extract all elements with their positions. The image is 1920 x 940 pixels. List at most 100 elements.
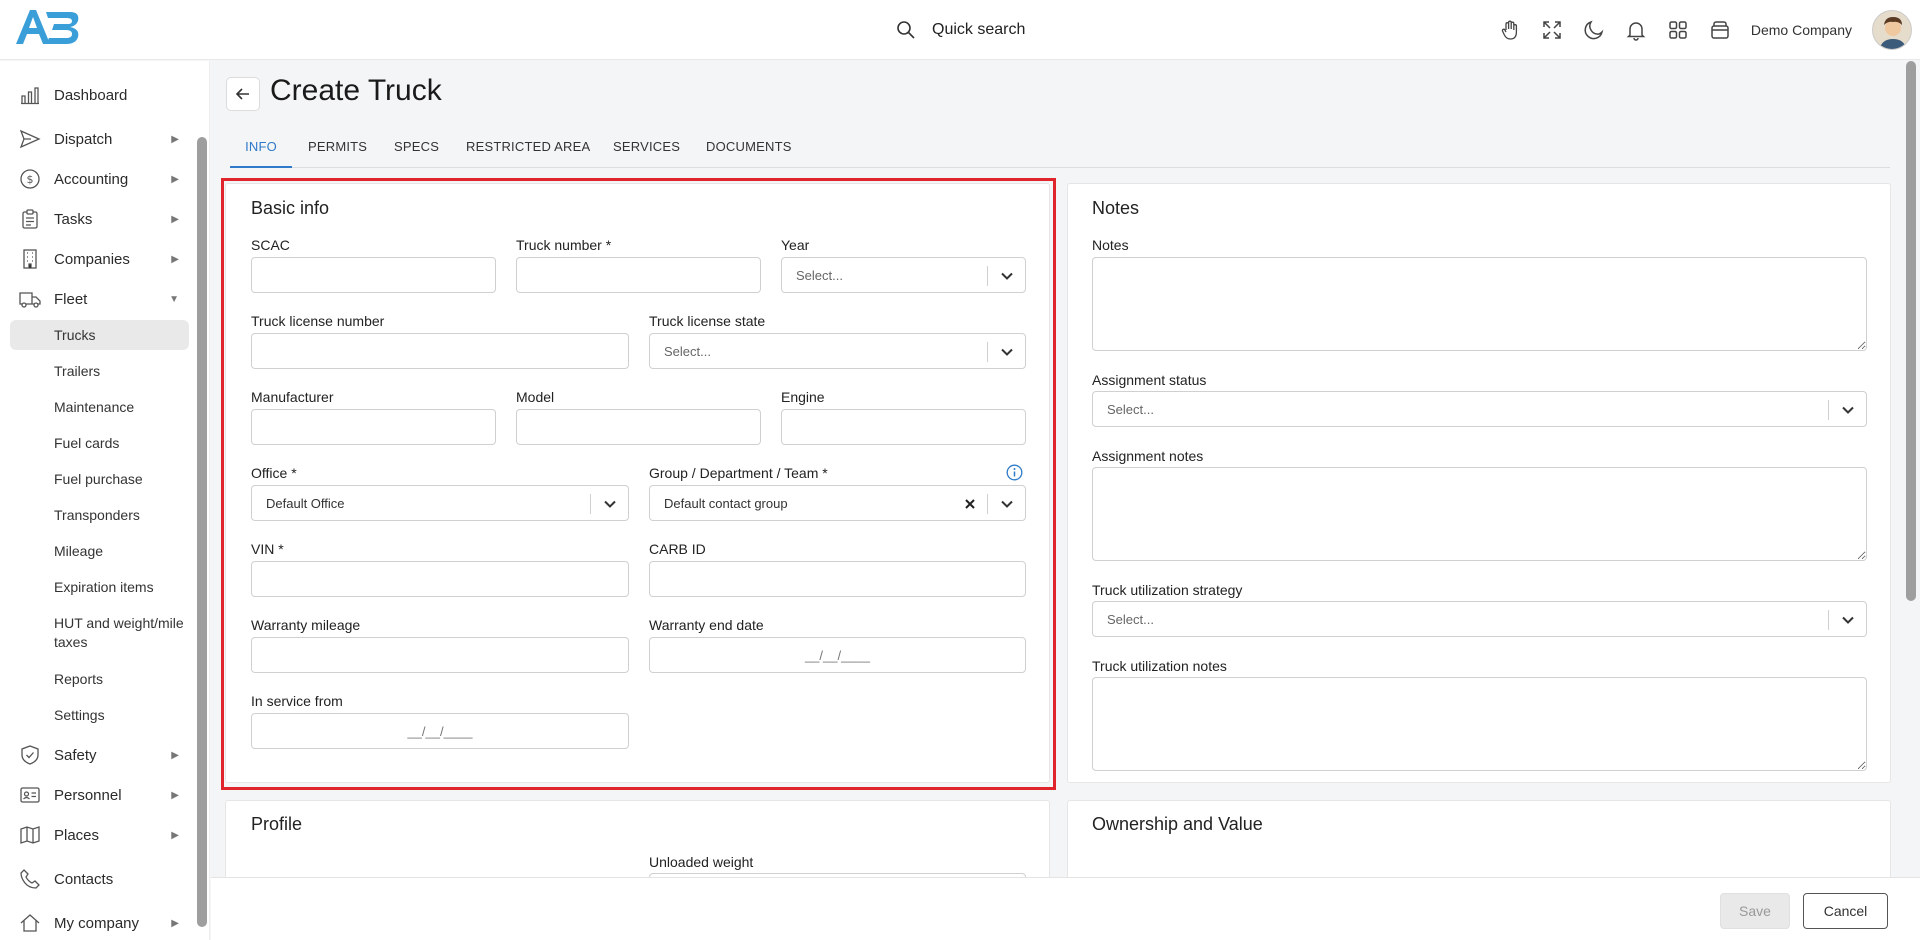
- phone-icon: [20, 869, 40, 889]
- assignment-notes-label: Assignment notes: [1092, 448, 1204, 464]
- sidebar-subitem-trailers[interactable]: Trailers: [10, 356, 189, 386]
- moon-icon[interactable]: [1583, 19, 1605, 41]
- sidebar-item-tasks[interactable]: Tasks ▶: [10, 203, 189, 235]
- truck-number-input[interactable]: [516, 257, 761, 293]
- sidebar-item-my-company[interactable]: My company ▶: [10, 907, 189, 939]
- scac-input[interactable]: [251, 257, 496, 293]
- utilization-notes-textarea[interactable]: [1092, 677, 1867, 771]
- tab-restricted-area[interactable]: RESTRICTED AREA: [466, 134, 590, 168]
- chevron-down-icon: [1842, 616, 1854, 624]
- company-name[interactable]: Demo Company: [1751, 22, 1852, 38]
- group-label: Group / Department / Team *: [649, 465, 828, 481]
- top-toolbar: Demo Company: [1499, 8, 1912, 52]
- carb-id-input[interactable]: [649, 561, 1026, 597]
- sidebar-subitem-trucks[interactable]: Trucks: [10, 320, 189, 350]
- sidebar-subitem-reports[interactable]: Reports: [10, 664, 189, 694]
- main-scrollbar[interactable]: [1906, 61, 1916, 601]
- clear-icon[interactable]: [963, 497, 977, 511]
- back-button[interactable]: [226, 77, 260, 111]
- warranty-end-label: Warranty end date: [649, 617, 764, 633]
- sidebar-subitem-expiration-items[interactable]: Expiration items: [10, 572, 189, 602]
- footer-bar: [211, 877, 1920, 940]
- sidebar-subitem-fuel-purchase[interactable]: Fuel purchase: [10, 464, 189, 494]
- select-divider: [1828, 610, 1829, 630]
- tab-services[interactable]: SERVICES: [613, 134, 680, 168]
- license-state-select[interactable]: Select...: [649, 333, 1026, 369]
- sidebar-item-label: Tasks: [54, 210, 93, 228]
- office-select-value: Default Office: [266, 496, 345, 511]
- sidebar-item-places[interactable]: Places ▶: [10, 819, 189, 851]
- sidebar-item-contacts[interactable]: Contacts: [10, 863, 189, 895]
- sidebar-subitem-fuel-cards[interactable]: Fuel cards: [10, 428, 189, 458]
- tab-permits[interactable]: PERMITS: [308, 134, 367, 168]
- group-select[interactable]: Default contact group: [649, 485, 1026, 521]
- group-select-value: Default contact group: [664, 496, 788, 511]
- tab-info[interactable]: INFO: [230, 134, 292, 168]
- user-avatar[interactable]: [1872, 10, 1912, 50]
- select-divider: [590, 494, 591, 514]
- in-service-date-input[interactable]: [251, 713, 629, 749]
- cancel-button[interactable]: Cancel: [1803, 893, 1888, 929]
- assignment-notes-textarea[interactable]: [1092, 467, 1867, 561]
- manufacturer-input[interactable]: [251, 409, 496, 445]
- license-state-value: Select...: [664, 344, 711, 359]
- tab-specs[interactable]: SPECS: [394, 134, 439, 168]
- sidebar-subitem-mileage[interactable]: Mileage: [10, 536, 189, 566]
- apps-grid-icon[interactable]: [1667, 19, 1689, 41]
- quick-search[interactable]: Quick search: [896, 15, 1025, 45]
- in-service-label: In service from: [251, 693, 343, 709]
- sidebar-item-companies[interactable]: Companies ▶: [10, 243, 189, 275]
- hand-icon[interactable]: [1499, 19, 1521, 41]
- assignment-status-select[interactable]: Select...: [1092, 391, 1867, 427]
- sidebar-item-accounting[interactable]: $ Accounting ▶: [10, 163, 189, 195]
- utilization-strategy-value: Select...: [1107, 612, 1154, 627]
- model-input[interactable]: [516, 409, 761, 445]
- sidebar-item-label: Fleet: [54, 290, 88, 308]
- sidebar-item-dispatch[interactable]: Dispatch ▶: [10, 123, 189, 155]
- sidebar-subitem-settings[interactable]: Settings: [10, 700, 189, 730]
- select-divider: [1828, 400, 1829, 420]
- shield-icon: [21, 745, 39, 765]
- sidebar-item-fleet[interactable]: Fleet ▼: [10, 283, 189, 315]
- wallet-icon[interactable]: [1709, 19, 1731, 41]
- unloaded-weight-label: Unloaded weight: [649, 854, 754, 870]
- map-icon: [20, 826, 40, 844]
- utilization-strategy-select[interactable]: Select...: [1092, 601, 1867, 637]
- office-select[interactable]: Default Office: [251, 485, 629, 521]
- warranty-mileage-input[interactable]: [251, 637, 629, 673]
- truck-icon: [19, 292, 41, 308]
- sidebar-item-label: Dispatch: [54, 130, 113, 148]
- sidebar-subitem-maintenance[interactable]: Maintenance: [10, 392, 189, 422]
- license-number-input[interactable]: [251, 333, 629, 369]
- sidebar-scrollbar[interactable]: [197, 137, 207, 927]
- tab-documents[interactable]: DOCUMENTS: [706, 134, 792, 168]
- warranty-end-date-input[interactable]: [649, 637, 1026, 673]
- sidebar-subitem-transponders[interactable]: Transponders: [10, 500, 189, 530]
- bar-chart-icon: [21, 87, 39, 105]
- info-icon[interactable]: [1006, 464, 1023, 481]
- sidebar-item-label: Contacts: [54, 870, 114, 888]
- chevron-right-icon: ▶: [171, 829, 179, 841]
- app-logo[interactable]: [12, 4, 82, 50]
- fullscreen-icon[interactable]: [1541, 19, 1563, 41]
- sidebar-item-safety[interactable]: Safety ▶: [10, 739, 189, 771]
- vin-input[interactable]: [251, 561, 629, 597]
- sidebar-item-personnel[interactable]: Personnel ▶: [10, 779, 189, 811]
- profile-title: Profile: [251, 814, 303, 834]
- home-icon: [20, 914, 40, 932]
- page-title: Create Truck: [270, 74, 442, 107]
- sidebar-item-dashboard[interactable]: Dashboard: [10, 79, 189, 111]
- chevron-down-icon: [1001, 348, 1013, 356]
- chevron-down-icon: [604, 500, 616, 508]
- sidebar-item-label: Places: [54, 826, 100, 844]
- sidebar-subitem-hut-taxes[interactable]: HUT and weight/mile taxes: [10, 611, 189, 655]
- notes-title: Notes: [1092, 198, 1140, 218]
- search-icon: [897, 21, 915, 39]
- year-select-value: Select...: [796, 268, 843, 283]
- year-select[interactable]: Select...: [781, 257, 1026, 293]
- bell-icon[interactable]: [1625, 19, 1647, 41]
- save-button[interactable]: Save: [1720, 893, 1790, 929]
- engine-input[interactable]: [781, 409, 1026, 445]
- avatar-image: [1873, 11, 1911, 49]
- notes-textarea[interactable]: [1092, 257, 1867, 351]
